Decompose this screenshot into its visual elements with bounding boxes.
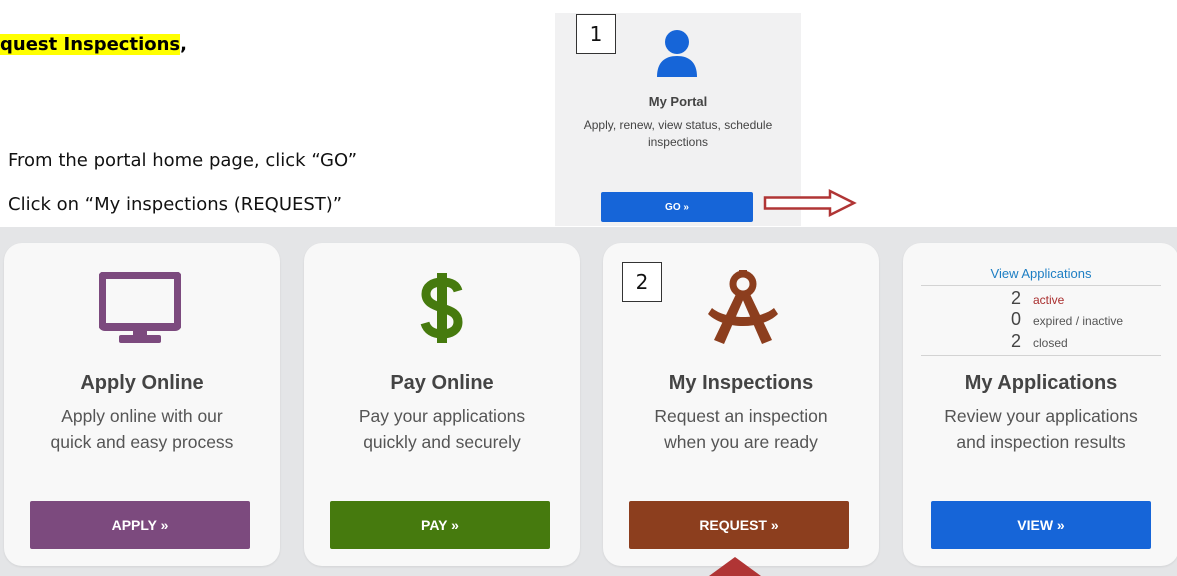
tile-description: Request an inspection when you are ready (603, 403, 879, 455)
instructions-heading: quest Inspections, (0, 34, 187, 55)
pay-button[interactable]: PAY » (330, 501, 550, 549)
apply-online-tile: Apply Online Apply online with our quick… (4, 243, 280, 566)
dollar-icon (420, 273, 463, 343)
count-number: 2 (1011, 331, 1022, 351)
tile-description-line: Pay your applications (358, 406, 526, 426)
tile-description-line: Review your applications (944, 406, 1138, 426)
step-badge-one: 1 (576, 14, 616, 54)
count-number: 2 (1011, 288, 1022, 308)
tile-description-line: Apply online with our (61, 406, 223, 426)
count-label: expired / inactive (1033, 314, 1124, 328)
divider (921, 285, 1161, 286)
monitor-icon (99, 272, 181, 343)
tile-description-line: Request an inspection (654, 406, 828, 426)
portal-title: My Portal (648, 94, 708, 109)
portal-description: Apply, renew, view status, schedule insp… (555, 117, 801, 151)
apply-button[interactable]: APPLY » (30, 501, 250, 549)
dashboard-tiles-panel: Apply Online Apply online with our quick… (0, 227, 1177, 576)
tile-title: My Inspections (668, 372, 814, 394)
tile-description-line: when you are ready (664, 432, 818, 452)
tile-title: My Applications (964, 372, 1118, 394)
step-two-text: Click on “My inspections (REQUEST)” (8, 194, 343, 215)
my-applications-tile: View Applications 2 active 0 expired / i… (903, 243, 1177, 566)
divider (921, 355, 1161, 356)
count-label: closed (1033, 336, 1068, 350)
tile-description-line: quickly and securely (363, 432, 521, 452)
count-row-active: 2 active (1011, 288, 1065, 308)
portal-description-line: Apply, renew, view status, schedule (583, 118, 773, 132)
tile-description: Pay your applications quickly and secure… (304, 403, 580, 455)
count-label: active (1033, 293, 1065, 307)
count-number: 0 (1011, 309, 1022, 329)
person-icon (657, 30, 697, 77)
up-arrow-icon (709, 557, 761, 576)
go-button[interactable]: GO » (601, 192, 753, 222)
view-applications-link[interactable]: View Applications (903, 266, 1177, 281)
tile-title: Pay Online (390, 372, 494, 394)
count-row-closed: 2 closed (1011, 331, 1068, 351)
heading-suffix: , (180, 34, 187, 55)
right-arrow-icon (763, 188, 857, 218)
tile-description: Review your applications and inspection … (903, 403, 1177, 455)
view-button[interactable]: VIEW » (931, 501, 1151, 549)
request-button[interactable]: REQUEST » (629, 501, 849, 549)
tile-description: Apply online with our quick and easy pro… (4, 403, 280, 455)
compass-icon (708, 270, 778, 344)
pay-online-tile: Pay Online Pay your applications quickly… (304, 243, 580, 566)
tile-title: Apply Online (80, 372, 204, 394)
step-badge-two: 2 (622, 262, 662, 302)
tile-description-line: quick and easy process (50, 432, 234, 452)
tile-description-line: and inspection results (956, 432, 1126, 452)
portal-description-line: inspections (647, 135, 709, 149)
heading-highlight: quest Inspections (0, 34, 181, 55)
step-one-text: From the portal home page, click “GO” (8, 150, 358, 171)
count-row-expired: 0 expired / inactive (1011, 309, 1124, 329)
